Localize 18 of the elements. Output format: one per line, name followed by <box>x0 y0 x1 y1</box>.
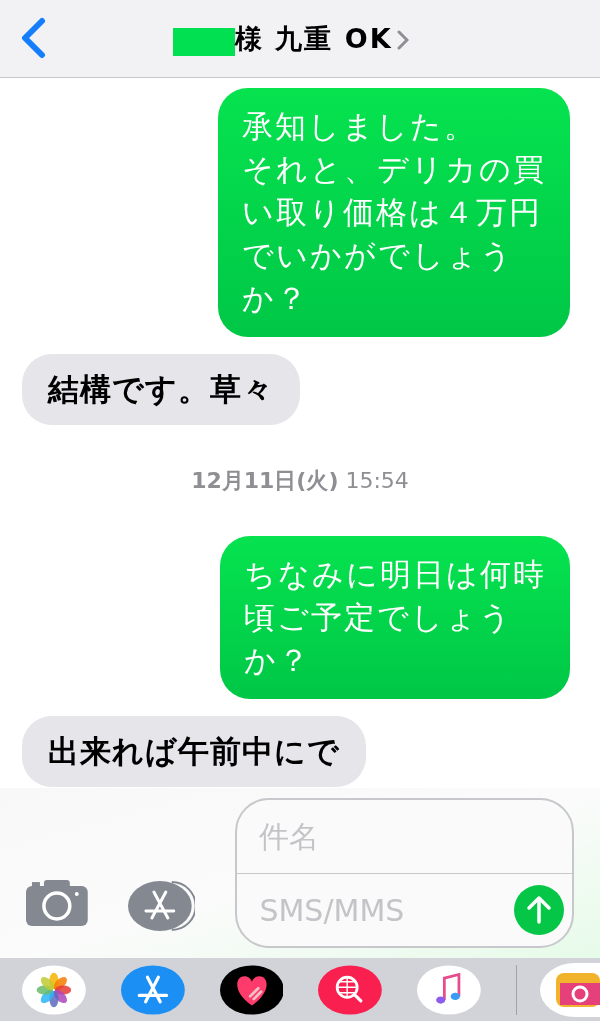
sent-message-bubble: ちなみに明日は何時 頃ご予定でしょう か？ <box>220 536 570 699</box>
received-message-bubble: 出来れば午前中にで <box>22 716 366 787</box>
store-app-icon[interactable] <box>120 962 185 1017</box>
camera-icon[interactable] <box>26 880 88 926</box>
sent-message-bubble: 承知しました。 それと、デリカの買 い取り価格は４万円 でいかがでしょう か？ <box>218 88 570 337</box>
received-message-bubble: 結構です。草々 <box>22 354 300 425</box>
chevron-right-icon[interactable] <box>396 29 409 50</box>
flower-app-icon[interactable] <box>22 962 86 1017</box>
heart-app-icon[interactable] <box>219 962 284 1017</box>
contact-name[interactable]: 様 九重 OK <box>235 19 393 60</box>
music-note-app-icon[interactable] <box>417 962 482 1017</box>
apps-icon[interactable] <box>127 880 196 932</box>
timestamp: 12月11日(火) 15:54 <box>191 467 409 495</box>
send-icon[interactable] <box>514 885 564 935</box>
collage-app-icon[interactable] <box>539 962 600 1017</box>
back-icon[interactable] <box>20 17 46 59</box>
search-globe-app-icon[interactable] <box>318 962 383 1017</box>
redaction-block <box>173 27 235 56</box>
